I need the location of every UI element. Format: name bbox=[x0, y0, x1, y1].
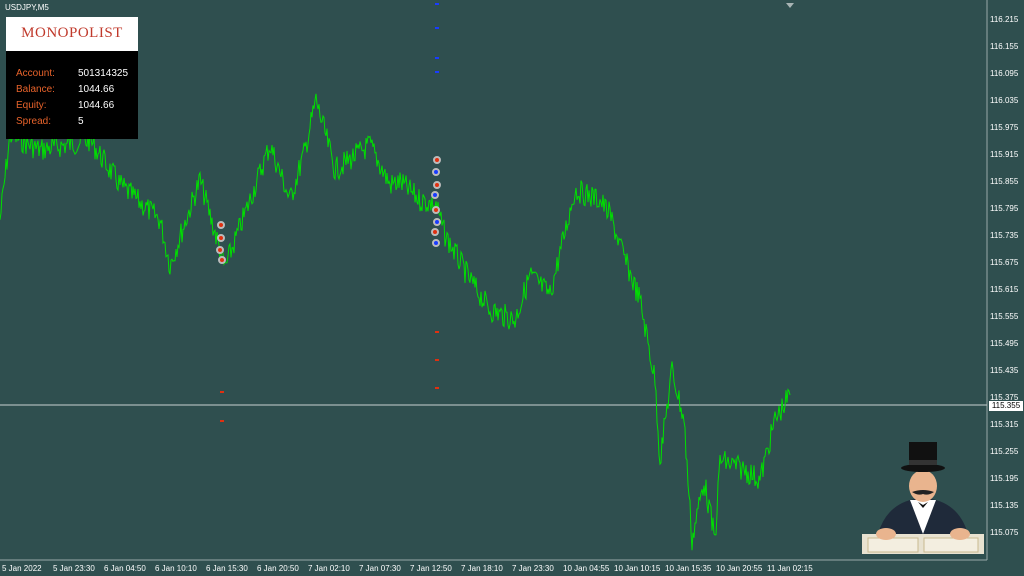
time-tick: 7 Jan 23:30 bbox=[512, 564, 554, 573]
account-value: 501314325 bbox=[78, 68, 129, 79]
price-tick: 115.495 bbox=[990, 339, 1019, 348]
logo-text: MONOPOLIST bbox=[21, 25, 123, 41]
price-tick: 115.615 bbox=[990, 285, 1019, 294]
time-tick: 6 Jan 10:10 bbox=[155, 564, 197, 573]
price-tick: 115.675 bbox=[990, 258, 1019, 267]
time-tick: 10 Jan 15:35 bbox=[665, 564, 712, 573]
time-tick: 6 Jan 04:50 bbox=[104, 564, 146, 573]
price-tick: 115.255 bbox=[990, 447, 1019, 456]
time-tick: 7 Jan 02:10 bbox=[308, 564, 350, 573]
price-tick: 115.435 bbox=[990, 366, 1019, 375]
price-tick: 115.855 bbox=[990, 177, 1019, 186]
balance-label: Balance: bbox=[16, 84, 55, 95]
time-tick: 7 Jan 18:10 bbox=[461, 564, 503, 573]
monopoly-man-icon bbox=[862, 442, 984, 554]
buy-level-marker bbox=[435, 27, 439, 29]
sell-level-marker bbox=[220, 391, 224, 393]
price-tick: 116.155 bbox=[990, 42, 1019, 51]
buy-trade-marker[interactable] bbox=[431, 191, 439, 199]
price-tick: 115.315 bbox=[990, 420, 1019, 429]
buy-trade-marker[interactable] bbox=[433, 218, 441, 226]
buy-level-marker bbox=[435, 57, 439, 59]
buy-level-marker bbox=[435, 3, 439, 5]
spread-label: Spread: bbox=[16, 116, 52, 127]
price-tick: 115.195 bbox=[990, 474, 1019, 483]
chart-window[interactable]: USDJPY,M5 MONOPOLIST Account: 501314325 … bbox=[0, 0, 1024, 576]
account-info-panel: MONOPOLIST Account: 501314325 Balance: 1… bbox=[6, 17, 138, 139]
time-tick: 5 Jan 23:30 bbox=[53, 564, 95, 573]
time-tick: 7 Jan 07:30 bbox=[359, 564, 401, 573]
price-tick: 116.215 bbox=[990, 15, 1019, 24]
time-tick: 11 Jan 02:15 bbox=[767, 564, 813, 573]
current-price-label: 115.355 bbox=[989, 401, 1023, 411]
sell-trade-marker[interactable] bbox=[431, 228, 439, 236]
price-tick: 115.135 bbox=[990, 501, 1019, 510]
time-tick: 10 Jan 10:15 bbox=[614, 564, 661, 573]
sell-trade-marker[interactable] bbox=[218, 256, 226, 264]
spread-row: Spread: 5 bbox=[16, 116, 138, 130]
price-tick: 116.095 bbox=[990, 69, 1019, 78]
equity-value: 1044.66 bbox=[78, 100, 115, 111]
price-tick: 115.915 bbox=[990, 150, 1019, 159]
equity-label: Equity: bbox=[16, 100, 47, 111]
time-tick: 10 Jan 04:55 bbox=[563, 564, 610, 573]
buy-trade-marker[interactable] bbox=[432, 168, 440, 176]
sell-trade-marker[interactable] bbox=[217, 234, 225, 242]
time-tick: 5 Jan 2022 bbox=[2, 564, 42, 573]
sell-level-marker bbox=[435, 387, 439, 389]
price-tick: 115.555 bbox=[990, 312, 1019, 321]
sell-level-marker bbox=[220, 420, 224, 422]
equity-row: Equity: 1044.66 bbox=[16, 100, 138, 114]
sell-trade-marker[interactable] bbox=[216, 246, 224, 254]
price-line-series bbox=[0, 93, 791, 551]
spread-value: 5 bbox=[78, 116, 84, 127]
buy-level-marker bbox=[435, 71, 439, 73]
price-tick: 115.075 bbox=[990, 528, 1019, 537]
chart-shift-marker bbox=[786, 3, 794, 8]
chart-symbol-title: USDJPY,M5 bbox=[5, 3, 49, 12]
balance-row: Balance: 1044.66 bbox=[16, 84, 138, 98]
account-row: Account: 501314325 bbox=[16, 68, 138, 82]
sell-level-marker bbox=[435, 331, 439, 333]
trade-markers bbox=[216, 3, 441, 422]
time-tick: 7 Jan 12:50 bbox=[410, 564, 452, 573]
balance-value: 1044.66 bbox=[78, 84, 115, 95]
time-tick: 6 Jan 15:30 bbox=[206, 564, 248, 573]
sell-trade-marker[interactable] bbox=[217, 221, 225, 229]
sell-trade-marker[interactable] bbox=[432, 206, 440, 214]
sell-trade-marker[interactable] bbox=[433, 181, 441, 189]
monopolist-logo: MONOPOLIST bbox=[6, 17, 138, 51]
price-tick: 115.735 bbox=[990, 231, 1019, 240]
time-tick: 6 Jan 20:50 bbox=[257, 564, 299, 573]
time-tick: 10 Jan 20:55 bbox=[716, 564, 763, 573]
price-tick: 116.035 bbox=[990, 96, 1019, 105]
price-tick: 115.795 bbox=[990, 204, 1019, 213]
account-label: Account: bbox=[16, 68, 55, 79]
buy-trade-marker[interactable] bbox=[432, 239, 440, 247]
sell-trade-marker[interactable] bbox=[433, 156, 441, 164]
price-tick: 115.975 bbox=[990, 123, 1019, 132]
sell-level-marker bbox=[435, 359, 439, 361]
